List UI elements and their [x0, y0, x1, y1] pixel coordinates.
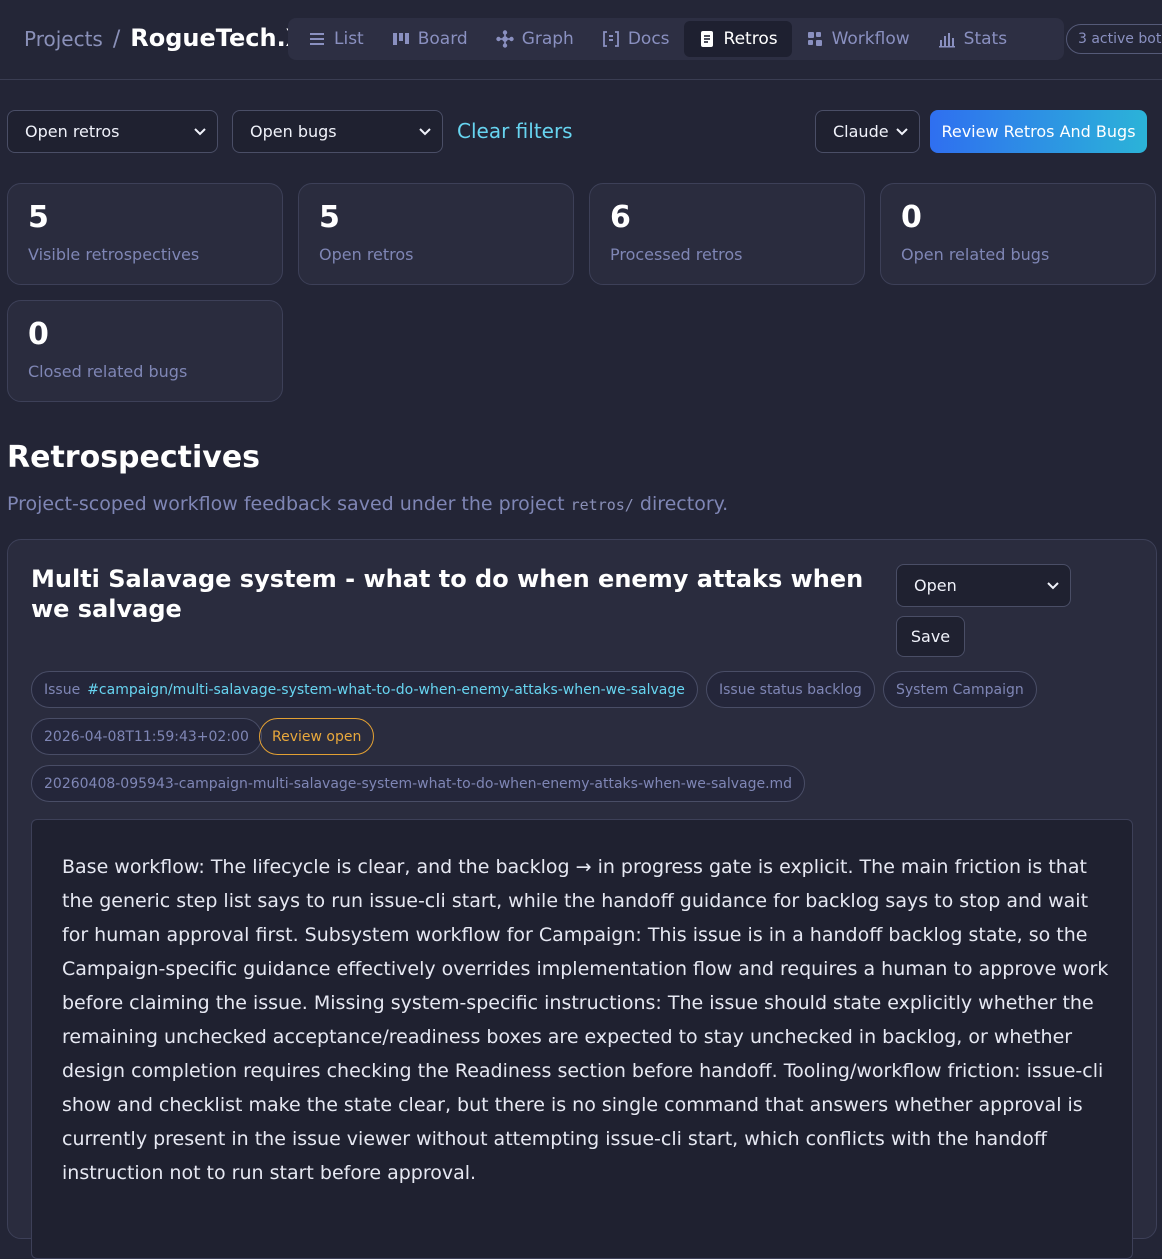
tab-list[interactable]: List: [294, 21, 378, 57]
stat-card-closed-related-bugs: 0 Closed related bugs: [7, 300, 283, 402]
stats-icon: [938, 33, 955, 48]
stat-value: 6: [610, 200, 631, 235]
retros-icon: [700, 31, 713, 47]
stat-card-open-related-bugs: 0 Open related bugs: [880, 183, 1156, 285]
retro-filter-select[interactable]: Open retros: [7, 110, 218, 153]
stat-label: Visible retrospectives: [28, 245, 200, 264]
breadcrumb-projects-link[interactable]: Projects: [24, 27, 103, 51]
save-button[interactable]: Save: [896, 616, 965, 657]
tab-board-label: Board: [417, 29, 468, 49]
view-tabs: List Board Graph Docs Retros Workflow St…: [288, 18, 1064, 60]
agent-select[interactable]: Claude: [815, 110, 920, 153]
tab-graph-label: Graph: [521, 29, 574, 49]
retro-body: Base workflow: The lifecycle is clear, a…: [31, 819, 1133, 1259]
retros-directory-code: retros/: [570, 496, 634, 514]
tab-board[interactable]: Board: [378, 21, 482, 57]
retro-status-value: Open: [914, 576, 957, 595]
issue-status-chip: Issue status backlog: [706, 671, 875, 708]
clear-filters-link[interactable]: Clear filters: [457, 119, 573, 143]
stat-value: 5: [319, 200, 340, 235]
tab-docs-label: Docs: [627, 29, 670, 49]
chevron-down-icon: [1047, 582, 1059, 590]
filter-bar: Open retros Open bugs Clear filters Clau…: [0, 110, 1162, 154]
review-status-badge: Review open: [259, 718, 375, 755]
stat-value: 5: [28, 200, 49, 235]
issue-link[interactable]: #campaign/multi-salavage-system-what-to-…: [87, 682, 685, 698]
issue-chip-prefix: Issue: [44, 681, 81, 698]
review-retros-and-bugs-button[interactable]: Review Retros And Bugs: [930, 110, 1147, 153]
section-description-text: Project-scoped workflow feedback saved u…: [7, 493, 571, 515]
active-bots-badge[interactable]: 3 active bots: [1066, 24, 1162, 54]
stat-card-visible-retrospectives: 5 Visible retrospectives: [7, 183, 283, 285]
chevron-down-icon: [194, 128, 206, 136]
system-chip: System Campaign: [883, 671, 1037, 708]
stat-label: Open related bugs: [901, 245, 1050, 264]
retro-status-select[interactable]: Open: [896, 564, 1071, 607]
tab-stats[interactable]: Stats: [924, 21, 1021, 57]
stat-value: 0: [28, 317, 49, 352]
tab-graph[interactable]: Graph: [482, 21, 588, 57]
section-description: Project-scoped workflow feedback saved u…: [7, 493, 728, 515]
stat-label: Open retros: [319, 245, 414, 264]
retro-filter-value: Open retros: [25, 122, 120, 141]
section-description-suffix: directory.: [633, 493, 729, 515]
bug-filter-select[interactable]: Open bugs: [232, 110, 443, 153]
timestamp-chip: 2026-04-08T11:59:43+02:00: [31, 718, 262, 755]
tab-workflow-label: Workflow: [831, 29, 910, 49]
breadcrumb: Projects / RogueTech.X: [24, 24, 304, 52]
filename-chip: 20260408-095943-campaign-multi-salavage-…: [31, 765, 806, 802]
list-icon: [310, 33, 324, 45]
board-icon: [392, 33, 409, 45]
tab-docs[interactable]: Docs: [588, 21, 684, 57]
chevron-down-icon: [896, 128, 908, 136]
tab-retros[interactable]: Retros: [683, 21, 792, 57]
project-name: RogueTech.X: [130, 24, 305, 52]
top-bar: Projects / RogueTech.X List Board Graph …: [0, 0, 1162, 80]
issue-chip: Issue #campaign/multi-salavage-system-wh…: [31, 671, 698, 708]
chevron-down-icon: [419, 128, 431, 136]
agent-select-value: Claude: [833, 122, 889, 141]
bug-filter-value: Open bugs: [250, 122, 337, 141]
docs-icon: [602, 31, 619, 47]
retro-card: Multi Salavage system - what to do when …: [7, 539, 1157, 1259]
tab-list-label: List: [334, 29, 364, 49]
retro-body-text: Base workflow: The lifecycle is clear, a…: [62, 856, 1109, 1184]
tab-workflow[interactable]: Workflow: [792, 21, 924, 57]
stat-value: 0: [901, 200, 922, 235]
workflow-icon: [807, 32, 822, 46]
stat-card-processed-retros: 6 Processed retros: [589, 183, 865, 285]
stat-label: Processed retros: [610, 245, 743, 264]
section-title: Retrospectives: [7, 440, 261, 475]
tab-stats-label: Stats: [963, 29, 1008, 49]
tab-retros-label: Retros: [723, 29, 778, 49]
stat-label: Closed related bugs: [28, 362, 188, 381]
breadcrumb-separator: /: [112, 27, 121, 52]
retro-title: Multi Salavage system - what to do when …: [31, 565, 864, 623]
graph-icon: [495, 30, 514, 48]
stat-card-open-retros: 5 Open retros: [298, 183, 574, 285]
